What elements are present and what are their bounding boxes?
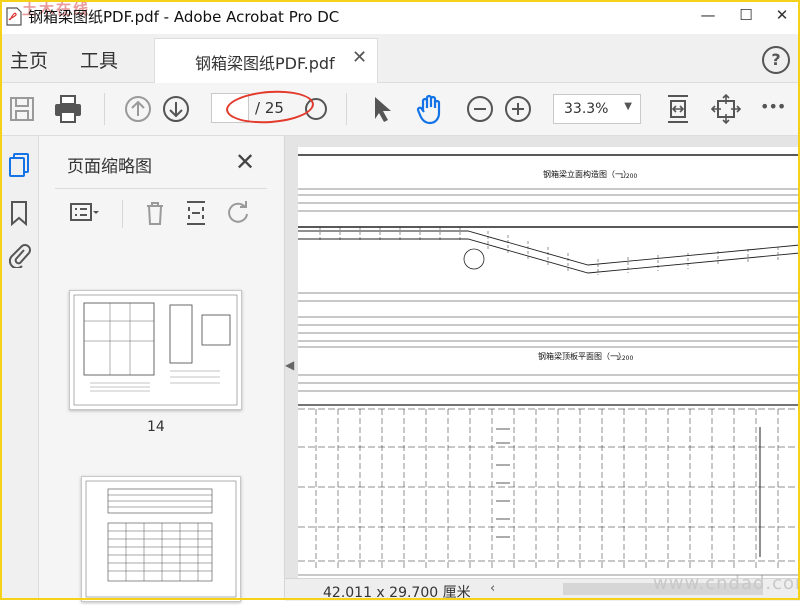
page-thumbnails-icon[interactable] bbox=[7, 152, 31, 178]
close-window-button[interactable]: ✕ bbox=[770, 6, 794, 28]
thumbnail-options-icon[interactable] bbox=[69, 198, 99, 228]
thumbnail-page-number: 14 bbox=[147, 419, 165, 435]
toolbar-separator bbox=[104, 93, 105, 125]
panel-separator bbox=[122, 200, 123, 228]
delete-page-icon[interactable] bbox=[140, 198, 170, 228]
toolbar-separator bbox=[346, 93, 347, 125]
zoom-level-select[interactable]: 33.3% ▼ bbox=[553, 94, 641, 124]
menu-home[interactable]: 主页 bbox=[10, 46, 48, 73]
zoom-out-icon[interactable] bbox=[464, 93, 496, 125]
left-rail bbox=[0, 136, 39, 600]
print-icon[interactable] bbox=[52, 93, 84, 125]
hand-tool-icon[interactable] bbox=[414, 93, 446, 125]
pdf-file-icon bbox=[6, 7, 22, 26]
document-tab[interactable]: 钢箱梁图纸PDF.pdf ✕ bbox=[154, 38, 378, 83]
window-title: 钢箱梁图纸PDF.pdf - Adobe Acrobat Pro DC bbox=[28, 8, 340, 26]
maximize-button[interactable]: ☐ bbox=[734, 6, 758, 28]
document-tab-label: 钢箱梁图纸PDF.pdf bbox=[195, 54, 335, 73]
panel-title: 页面缩略图 bbox=[67, 157, 152, 177]
document-view[interactable]: 钢箱梁立面构造图（一） 1:200 钢箱梁顶板平面图（一） 1:200 bbox=[285, 136, 800, 600]
menu-tools[interactable]: 工具 bbox=[80, 46, 118, 73]
toolbar: / 25 33.3% ▼ ••• bbox=[0, 83, 800, 136]
page-dimensions: 42.011 x 29.700 厘米 bbox=[323, 585, 471, 601]
title-bar: 土木在线 钢箱梁图纸PDF.pdf - Adobe Acrobat Pro DC… bbox=[0, 0, 800, 34]
close-tab-icon[interactable]: ✕ bbox=[352, 47, 367, 68]
help-button[interactable]: ? bbox=[762, 46, 790, 74]
engineering-drawing: 钢箱梁立面构造图（一） 1:200 钢箱梁顶板平面图（一） 1:200 bbox=[298, 154, 800, 576]
chevron-down-icon: ▼ bbox=[624, 101, 632, 112]
rotate-page-icon[interactable] bbox=[223, 198, 253, 228]
pdf-page: 钢箱梁立面构造图（一） 1:200 钢箱梁顶板平面图（一） 1:200 bbox=[298, 147, 800, 579]
full-screen-icon[interactable] bbox=[710, 93, 742, 125]
select-cursor-icon[interactable] bbox=[366, 93, 398, 125]
page-thumbnail[interactable] bbox=[69, 290, 242, 410]
next-page-icon[interactable] bbox=[160, 93, 192, 125]
watermark-url: www.cndad.com bbox=[653, 573, 800, 594]
collapse-panel-arrow-icon[interactable]: ◀ bbox=[285, 358, 294, 372]
page-thumbnail[interactable] bbox=[81, 476, 241, 602]
attachment-icon[interactable] bbox=[7, 242, 31, 268]
fit-page-icon[interactable] bbox=[662, 93, 694, 125]
minimize-button[interactable]: — bbox=[696, 6, 720, 28]
zoom-level-value: 33.3% bbox=[564, 101, 609, 117]
close-panel-icon[interactable]: ✕ bbox=[235, 148, 255, 176]
drawing-scale-2: 1:200 bbox=[616, 355, 633, 362]
drawing-title-1: 钢箱梁立面构造图（一） bbox=[543, 169, 631, 179]
panel-divider bbox=[55, 188, 267, 189]
previous-page-icon[interactable] bbox=[122, 93, 154, 125]
tab-bar: 主页 工具 钢箱梁图纸PDF.pdf ✕ ? bbox=[0, 34, 800, 83]
drawing-title-2: 钢箱梁顶板平面图（一） bbox=[538, 351, 626, 361]
drawing-scale-1: 1:200 bbox=[620, 173, 637, 180]
thumbnail-drawing bbox=[85, 480, 237, 598]
save-icon[interactable] bbox=[6, 93, 38, 125]
bookmark-icon[interactable] bbox=[7, 200, 31, 226]
scroll-left-arrow-icon[interactable]: ‹ bbox=[490, 581, 495, 596]
status-bar: 42.011 x 29.700 厘米 ‹ www.cndad.com bbox=[285, 573, 800, 601]
extract-pages-icon[interactable] bbox=[181, 198, 211, 228]
more-options-icon[interactable]: ••• bbox=[760, 97, 786, 116]
thumbnail-drawing bbox=[73, 294, 238, 406]
thumbnail-panel: 页面缩略图 ✕ 14 bbox=[39, 136, 310, 602]
zoom-in-icon[interactable] bbox=[502, 93, 534, 125]
